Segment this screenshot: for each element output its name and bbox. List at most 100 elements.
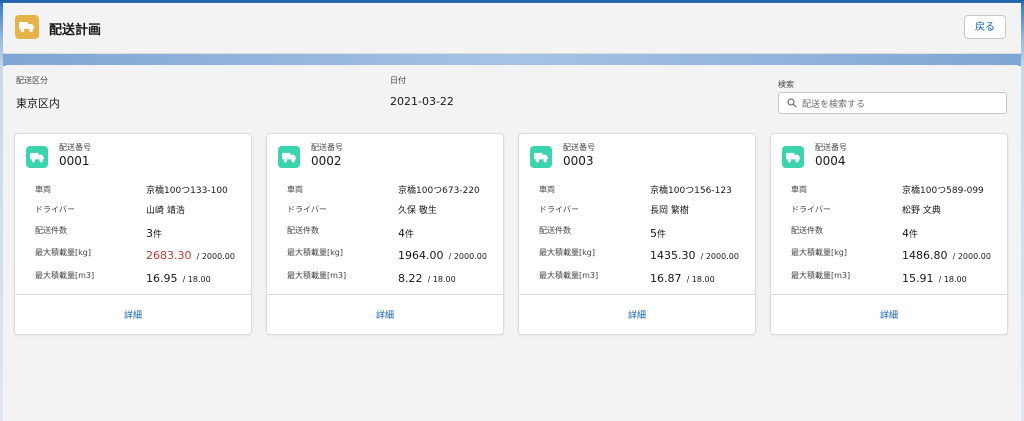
- date-value: 2021-03-22: [390, 95, 454, 108]
- vehicle-label: 車両: [35, 185, 51, 194]
- main-content: 配送区分 東京区内 日付 2021-03-22 検索 配送を検索する 配送番号: [6, 65, 1018, 421]
- count-value: 4件: [902, 222, 918, 241]
- volume-current: 16.87: [650, 272, 682, 285]
- weight-value: 2683.30 / 2000.00: [146, 244, 235, 263]
- weight-current: 2683.30: [146, 249, 192, 262]
- detail-link[interactable]: 詳細: [519, 308, 755, 321]
- max-volume-label: 最大積載量[m3]: [791, 271, 851, 280]
- max-weight-label: 最大積載量[kg]: [287, 248, 343, 257]
- volume-max: / 18.00: [686, 275, 715, 284]
- back-button[interactable]: 戻る: [964, 15, 1006, 39]
- count-label: 配送件数: [791, 226, 823, 235]
- weight-current: 1435.30: [650, 249, 696, 262]
- search-label: 検索: [778, 80, 794, 89]
- count-value: 4件: [398, 222, 414, 241]
- volume-value: 8.22 / 18.00: [398, 267, 456, 286]
- volume-max: / 18.00: [182, 275, 211, 284]
- weight-current: 1964.00: [398, 249, 444, 262]
- delivery-card: 配送番号 0001 車両 京橋100つ133-100 ドライバー 山崎 靖浩 配…: [14, 133, 252, 335]
- count-suffix: 件: [657, 230, 667, 240]
- weight-max: / 2000.00: [196, 252, 235, 261]
- weight-max: / 2000.00: [448, 252, 487, 261]
- card-divider: [519, 294, 755, 295]
- delivery-number: 0001: [59, 154, 90, 168]
- max-volume-label: 最大積載量[m3]: [287, 271, 347, 280]
- card-divider: [267, 294, 503, 295]
- count-label: 配送件数: [539, 226, 571, 235]
- delivery-number-label: 配送番号: [815, 143, 847, 152]
- volume-current: 8.22: [398, 272, 423, 285]
- volume-current: 16.95: [146, 272, 178, 285]
- volume-value: 16.87 / 18.00: [650, 267, 715, 286]
- driver-label: ドライバー: [539, 205, 579, 214]
- volume-current: 15.91: [902, 272, 934, 285]
- detail-link[interactable]: 詳細: [771, 308, 1007, 321]
- search-icon: [787, 98, 797, 108]
- max-weight-label: 最大積載量[kg]: [35, 248, 91, 257]
- weight-value: 1435.30 / 2000.00: [650, 244, 739, 263]
- driver-label: ドライバー: [791, 205, 831, 214]
- weight-value: 1964.00 / 2000.00: [398, 244, 487, 263]
- driver-value: 長岡 繁樹: [650, 206, 689, 216]
- driver-value: 山崎 靖浩: [146, 206, 185, 216]
- max-volume-label: 最大積載量[m3]: [35, 271, 95, 280]
- truck-icon: [15, 15, 39, 39]
- delivery-number: 0003: [563, 154, 594, 168]
- area-value: 東京区内: [16, 97, 60, 110]
- truck-icon: [530, 146, 552, 168]
- delivery-number-label: 配送番号: [59, 143, 91, 152]
- page-header: 配送計画 戻る: [3, 3, 1021, 54]
- delivery-card: 配送番号 0003 車両 京橋100つ156-123 ドライバー 長岡 繁樹 配…: [518, 133, 756, 335]
- vehicle-label: 車両: [287, 185, 303, 194]
- volume-value: 15.91 / 18.00: [902, 267, 967, 286]
- max-volume-label: 最大積載量[m3]: [539, 271, 599, 280]
- detail-link[interactable]: 詳細: [267, 308, 503, 321]
- page-frame: 配送計画 戻る 配送区分 東京区内 日付 2021-03-22 検索 配送を検索…: [3, 3, 1021, 421]
- vehicle-value: 京橋100つ589-099: [902, 186, 984, 196]
- truck-icon: [26, 146, 48, 168]
- count-label: 配送件数: [287, 226, 319, 235]
- delivery-card: 配送番号 0002 車両 京橋100つ673-220 ドライバー 久保 敬生 配…: [266, 133, 504, 335]
- delivery-number-label: 配送番号: [563, 143, 595, 152]
- count-suffix: 件: [153, 230, 163, 240]
- volume-max: / 18.00: [427, 275, 456, 284]
- truck-icon: [782, 146, 804, 168]
- vehicle-label: 車両: [539, 185, 555, 194]
- page-title: 配送計画: [49, 23, 102, 38]
- delivery-number: 0004: [815, 154, 846, 168]
- delivery-number-label: 配送番号: [311, 143, 343, 152]
- detail-link[interactable]: 詳細: [15, 308, 251, 321]
- max-weight-label: 最大積載量[kg]: [539, 248, 595, 257]
- weight-max: / 2000.00: [700, 252, 739, 261]
- count-number: 4: [398, 227, 405, 240]
- volume-max: / 18.00: [938, 275, 967, 284]
- truck-icon: [278, 146, 300, 168]
- card-divider: [15, 294, 251, 295]
- volume-value: 16.95 / 18.00: [146, 267, 211, 286]
- delivery-card: 配送番号 0004 車両 京橋100つ589-099 ドライバー 松野 文典 配…: [770, 133, 1008, 335]
- delivery-number: 0002: [311, 154, 342, 168]
- search-placeholder: 配送を検索する: [802, 100, 866, 110]
- count-suffix: 件: [405, 230, 415, 240]
- driver-label: ドライバー: [35, 205, 75, 214]
- search-input[interactable]: 配送を検索する: [778, 92, 1007, 114]
- vehicle-value: 京橋100つ133-100: [146, 186, 228, 196]
- driver-label: ドライバー: [287, 205, 327, 214]
- count-suffix: 件: [909, 230, 919, 240]
- count-label: 配送件数: [35, 226, 67, 235]
- weight-value: 1486.80 / 2000.00: [902, 244, 991, 263]
- count-number: 4: [902, 227, 909, 240]
- vehicle-value: 京橋100つ673-220: [398, 186, 480, 196]
- driver-value: 松野 文典: [902, 206, 941, 216]
- weight-current: 1486.80: [902, 249, 948, 262]
- date-label: 日付: [390, 76, 406, 85]
- card-divider: [771, 294, 1007, 295]
- app-background: 配送計画 戻る 配送区分 東京区内 日付 2021-03-22 検索 配送を検索…: [0, 0, 1024, 421]
- vehicle-value: 京橋100つ156-123: [650, 186, 732, 196]
- count-value: 5件: [650, 222, 666, 241]
- driver-value: 久保 敬生: [398, 206, 437, 216]
- max-weight-label: 最大積載量[kg]: [791, 248, 847, 257]
- weight-max: / 2000.00: [952, 252, 991, 261]
- count-number: 3: [146, 227, 153, 240]
- area-label: 配送区分: [16, 76, 48, 85]
